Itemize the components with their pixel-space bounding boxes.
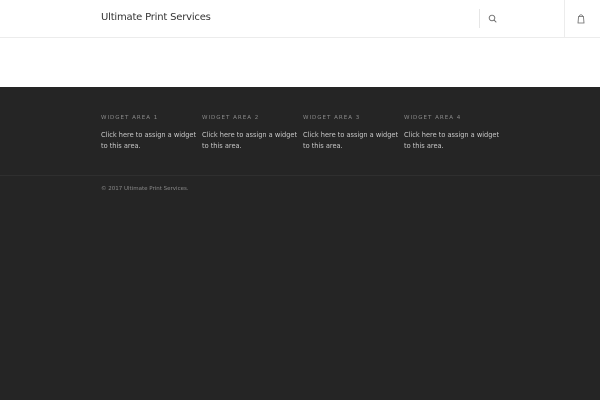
footer-widget-2: WIDGET AREA 2 Click here to assign a wid… — [202, 115, 299, 152]
widget-assign-link[interactable]: Click here to assign a widget to this ar… — [202, 130, 299, 152]
footer-widget-area: WIDGET AREA 1 Click here to assign a wid… — [0, 87, 600, 175]
header-divider — [479, 9, 480, 28]
search-button[interactable] — [486, 11, 500, 25]
cart-button[interactable] — [575, 11, 587, 25]
widget-assign-link[interactable]: Click here to assign a widget to this ar… — [404, 130, 501, 152]
shopping-bag-icon — [577, 14, 585, 24]
footer-widget-1: WIDGET AREA 1 Click here to assign a wid… — [101, 115, 198, 152]
site-header: Ultimate Print Services — [0, 0, 600, 38]
widget-assign-link[interactable]: Click here to assign a widget to this ar… — [303, 130, 400, 152]
widget-title: WIDGET AREA 2 — [202, 115, 260, 121]
widget-title: WIDGET AREA 1 — [101, 115, 159, 121]
footer-widget-3: WIDGET AREA 3 Click here to assign a wid… — [303, 115, 400, 152]
widget-title: WIDGET AREA 3 — [303, 115, 361, 121]
copyright-text: © 2017 Ultimate Print Services. — [101, 186, 189, 192]
header-divider — [564, 0, 565, 37]
site-title-link[interactable]: Ultimate Print Services — [101, 12, 211, 23]
widget-title: WIDGET AREA 4 — [404, 115, 462, 121]
search-icon — [488, 14, 497, 23]
footer-widget-4: WIDGET AREA 4 Click here to assign a wid… — [404, 115, 501, 152]
footer-divider — [0, 175, 600, 176]
main-content — [0, 38, 600, 87]
widget-assign-link[interactable]: Click here to assign a widget to this ar… — [101, 130, 198, 152]
